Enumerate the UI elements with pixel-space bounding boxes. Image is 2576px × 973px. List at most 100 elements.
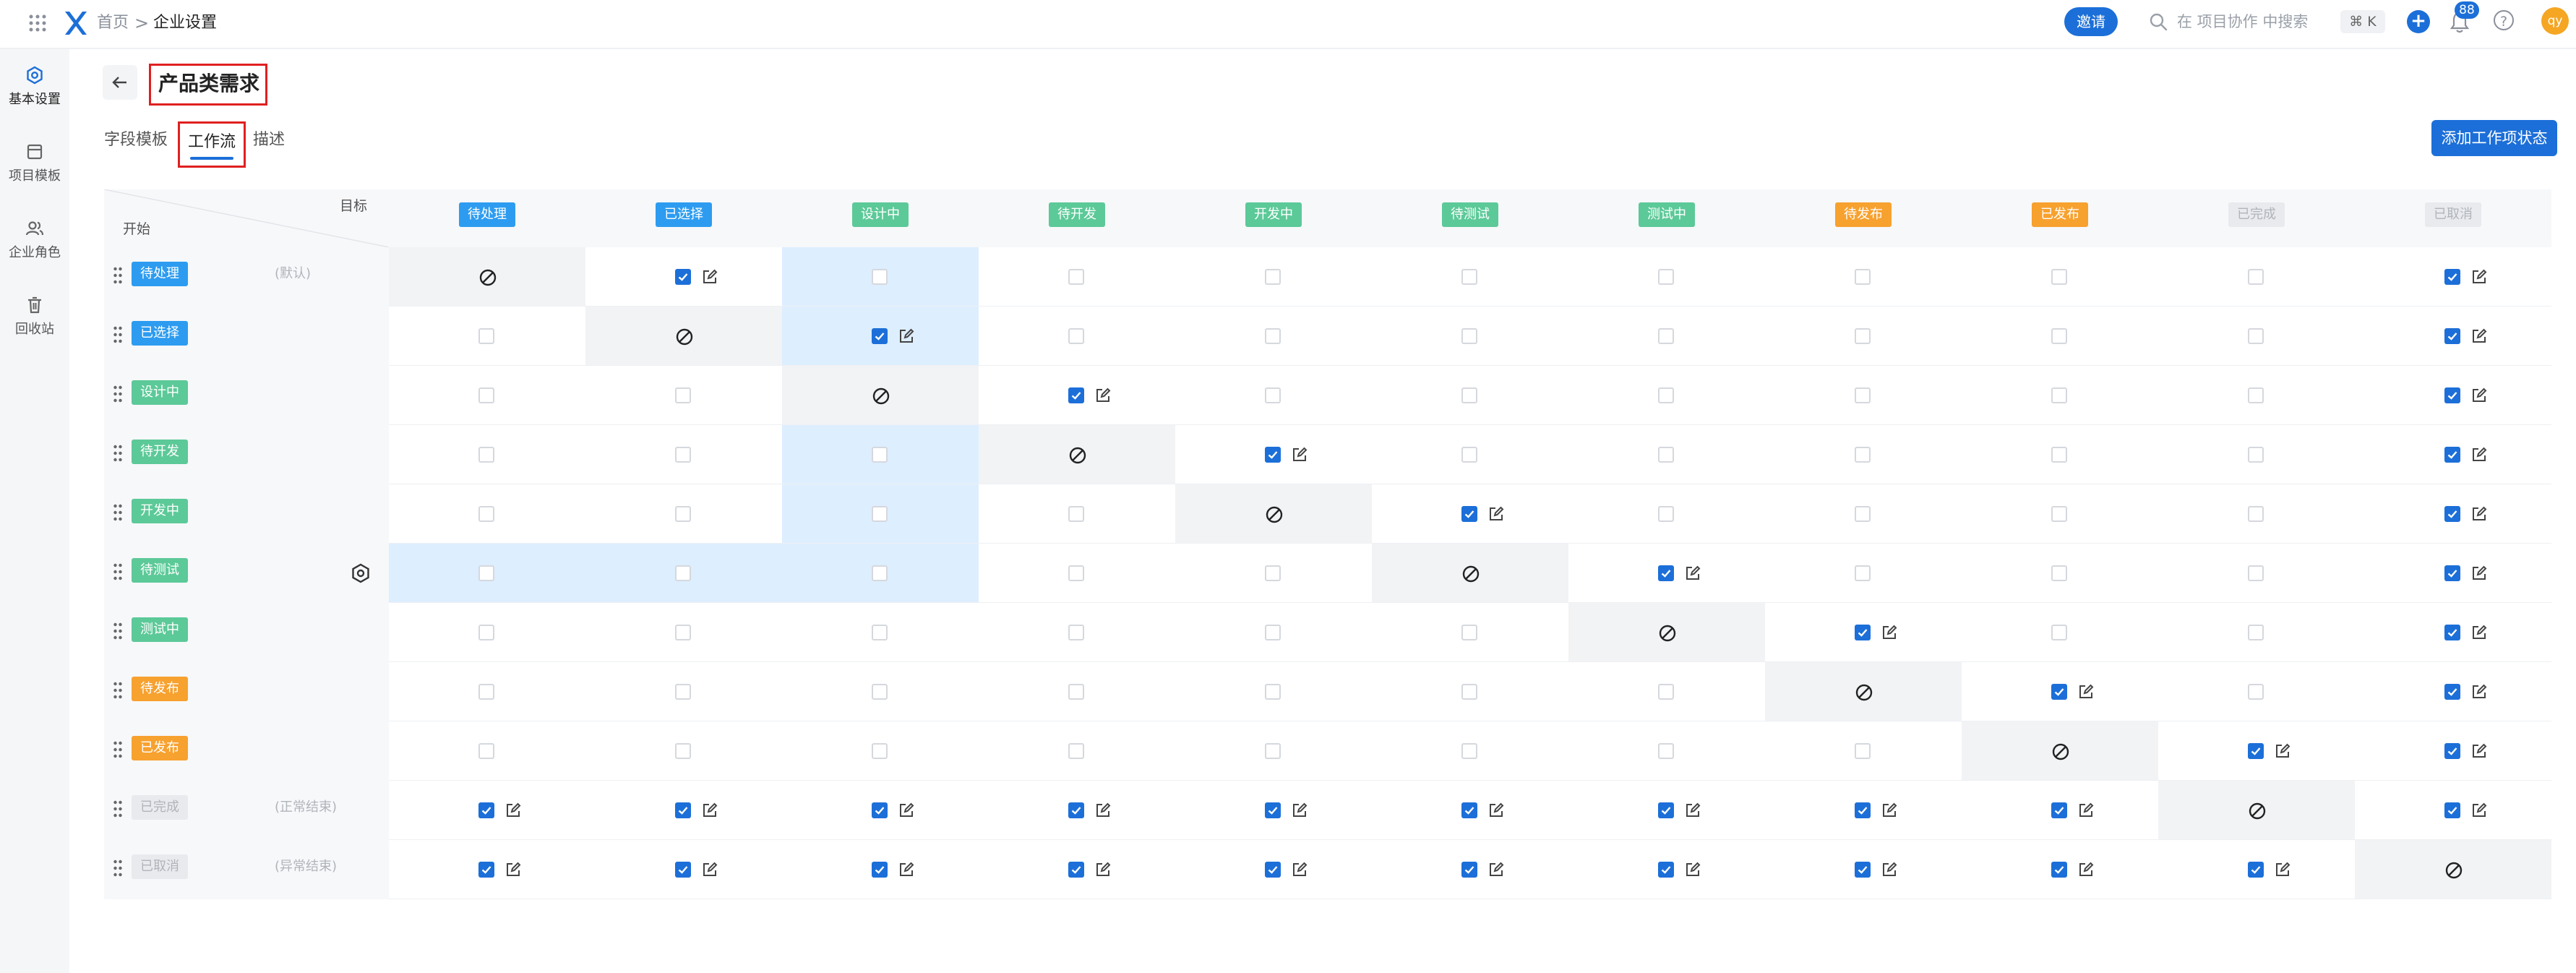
edit-icon[interactable] (2470, 505, 2488, 523)
edit-icon[interactable] (1881, 624, 1898, 641)
back-button[interactable] (103, 65, 137, 100)
transition-checkbox[interactable] (1461, 447, 1477, 463)
transition-checkbox[interactable] (1855, 387, 1871, 403)
transition-checkbox[interactable] (872, 447, 888, 463)
transition-checkbox[interactable] (1658, 684, 1674, 700)
transition-checkbox-checked[interactable] (2248, 743, 2264, 759)
transition-checkbox-checked[interactable] (1461, 506, 1477, 522)
transition-checkbox[interactable] (1658, 269, 1674, 285)
transition-checkbox[interactable] (2248, 328, 2264, 344)
settings-hexagon-icon[interactable] (350, 562, 372, 584)
apps-grid-icon[interactable] (25, 10, 51, 36)
transition-checkbox[interactable] (478, 684, 494, 700)
edit-icon[interactable] (701, 268, 718, 286)
transition-checkbox[interactable] (478, 625, 494, 640)
transition-checkbox[interactable] (478, 447, 494, 463)
transition-checkbox-checked[interactable] (1265, 447, 1281, 463)
transition-checkbox[interactable] (872, 684, 888, 700)
transition-checkbox-checked[interactable] (478, 862, 494, 878)
transition-checkbox-checked[interactable] (2444, 743, 2460, 759)
transition-checkbox-checked[interactable] (2051, 684, 2067, 700)
edit-icon[interactable] (2470, 742, 2488, 760)
transition-checkbox[interactable] (1068, 328, 1084, 344)
transition-checkbox[interactable] (1461, 387, 1477, 403)
transition-checkbox[interactable] (1658, 447, 1674, 463)
edit-icon[interactable] (1487, 861, 1505, 878)
transition-checkbox-checked[interactable] (1855, 625, 1871, 640)
sidebar-item-recycle-bin[interactable]: 回收站 (0, 295, 69, 367)
avatar[interactable]: qy (2541, 7, 2569, 35)
transition-checkbox[interactable] (2051, 625, 2067, 640)
transition-checkbox-checked[interactable] (1461, 862, 1477, 878)
transition-checkbox[interactable] (2248, 684, 2264, 700)
transition-checkbox-checked[interactable] (675, 269, 691, 285)
transition-checkbox[interactable] (1855, 328, 1871, 344)
help-icon[interactable]: ? (2494, 10, 2514, 30)
transition-checkbox-checked[interactable] (2444, 447, 2460, 463)
transition-checkbox[interactable] (2051, 447, 2067, 463)
edit-icon[interactable] (898, 802, 915, 819)
transition-checkbox[interactable] (2051, 269, 2067, 285)
search-icon[interactable] (2148, 12, 2168, 32)
transition-checkbox[interactable] (1068, 743, 1084, 759)
transition-checkbox[interactable] (675, 387, 691, 403)
transition-checkbox[interactable] (1068, 625, 1084, 640)
drag-handle-icon[interactable] (113, 859, 123, 878)
transition-checkbox[interactable] (675, 743, 691, 759)
tab-field-template[interactable]: 字段模板 (104, 120, 168, 160)
drag-handle-icon[interactable] (113, 622, 123, 640)
transition-checkbox-checked[interactable] (1068, 387, 1084, 403)
transition-checkbox-checked[interactable] (2444, 506, 2460, 522)
edit-icon[interactable] (1094, 387, 1112, 404)
transition-checkbox[interactable] (2248, 387, 2264, 403)
edit-icon[interactable] (2274, 742, 2291, 760)
edit-icon[interactable] (2470, 327, 2488, 345)
transition-checkbox[interactable] (675, 447, 691, 463)
transition-checkbox[interactable] (1658, 387, 1674, 403)
transition-checkbox[interactable] (1855, 269, 1871, 285)
sidebar-item-enterprise-roles[interactable]: 企业角色 (0, 218, 69, 291)
transition-checkbox[interactable] (1658, 743, 1674, 759)
drag-handle-icon[interactable] (113, 266, 123, 285)
transition-checkbox-checked[interactable] (2051, 802, 2067, 818)
drag-handle-icon[interactable] (113, 503, 123, 522)
transition-checkbox[interactable] (1265, 565, 1281, 581)
sidebar-item-project-templates[interactable]: 项目模板 (0, 142, 69, 214)
breadcrumb-home[interactable]: 首页 (97, 10, 129, 36)
transition-checkbox[interactable] (478, 387, 494, 403)
drag-handle-icon[interactable] (113, 444, 123, 463)
transition-checkbox[interactable] (872, 625, 888, 640)
edit-icon[interactable] (2470, 387, 2488, 404)
transition-checkbox-checked[interactable] (872, 802, 888, 818)
transition-checkbox[interactable] (1461, 328, 1477, 344)
edit-icon[interactable] (2470, 683, 2488, 700)
transition-checkbox[interactable] (1855, 447, 1871, 463)
drag-handle-icon[interactable] (113, 385, 123, 403)
edit-icon[interactable] (2470, 802, 2488, 819)
transition-checkbox[interactable] (478, 328, 494, 344)
transition-checkbox[interactable] (675, 684, 691, 700)
transition-checkbox[interactable] (2248, 506, 2264, 522)
transition-checkbox[interactable] (872, 506, 888, 522)
transition-checkbox[interactable] (1265, 684, 1281, 700)
transition-checkbox[interactable] (1265, 387, 1281, 403)
edit-icon[interactable] (2470, 268, 2488, 286)
add-work-item-status-button[interactable]: 添加工作项状态 (2431, 120, 2557, 156)
transition-checkbox[interactable] (872, 743, 888, 759)
edit-icon[interactable] (2077, 861, 2095, 878)
edit-icon[interactable] (505, 861, 522, 878)
transition-checkbox-checked[interactable] (872, 328, 888, 344)
transition-checkbox-checked[interactable] (1658, 802, 1674, 818)
edit-icon[interactable] (898, 861, 915, 878)
transition-checkbox-checked[interactable] (2444, 328, 2460, 344)
transition-checkbox[interactable] (2051, 328, 2067, 344)
transition-checkbox[interactable] (872, 565, 888, 581)
transition-checkbox-checked[interactable] (2444, 269, 2460, 285)
sidebar-item-basic-settings[interactable]: 基本设置 (0, 65, 69, 137)
edit-icon[interactable] (2274, 861, 2291, 878)
transition-checkbox[interactable] (2248, 565, 2264, 581)
transition-checkbox[interactable] (2051, 565, 2067, 581)
drag-handle-icon[interactable] (113, 681, 123, 700)
transition-checkbox[interactable] (1265, 328, 1281, 344)
transition-checkbox[interactable] (1461, 684, 1477, 700)
